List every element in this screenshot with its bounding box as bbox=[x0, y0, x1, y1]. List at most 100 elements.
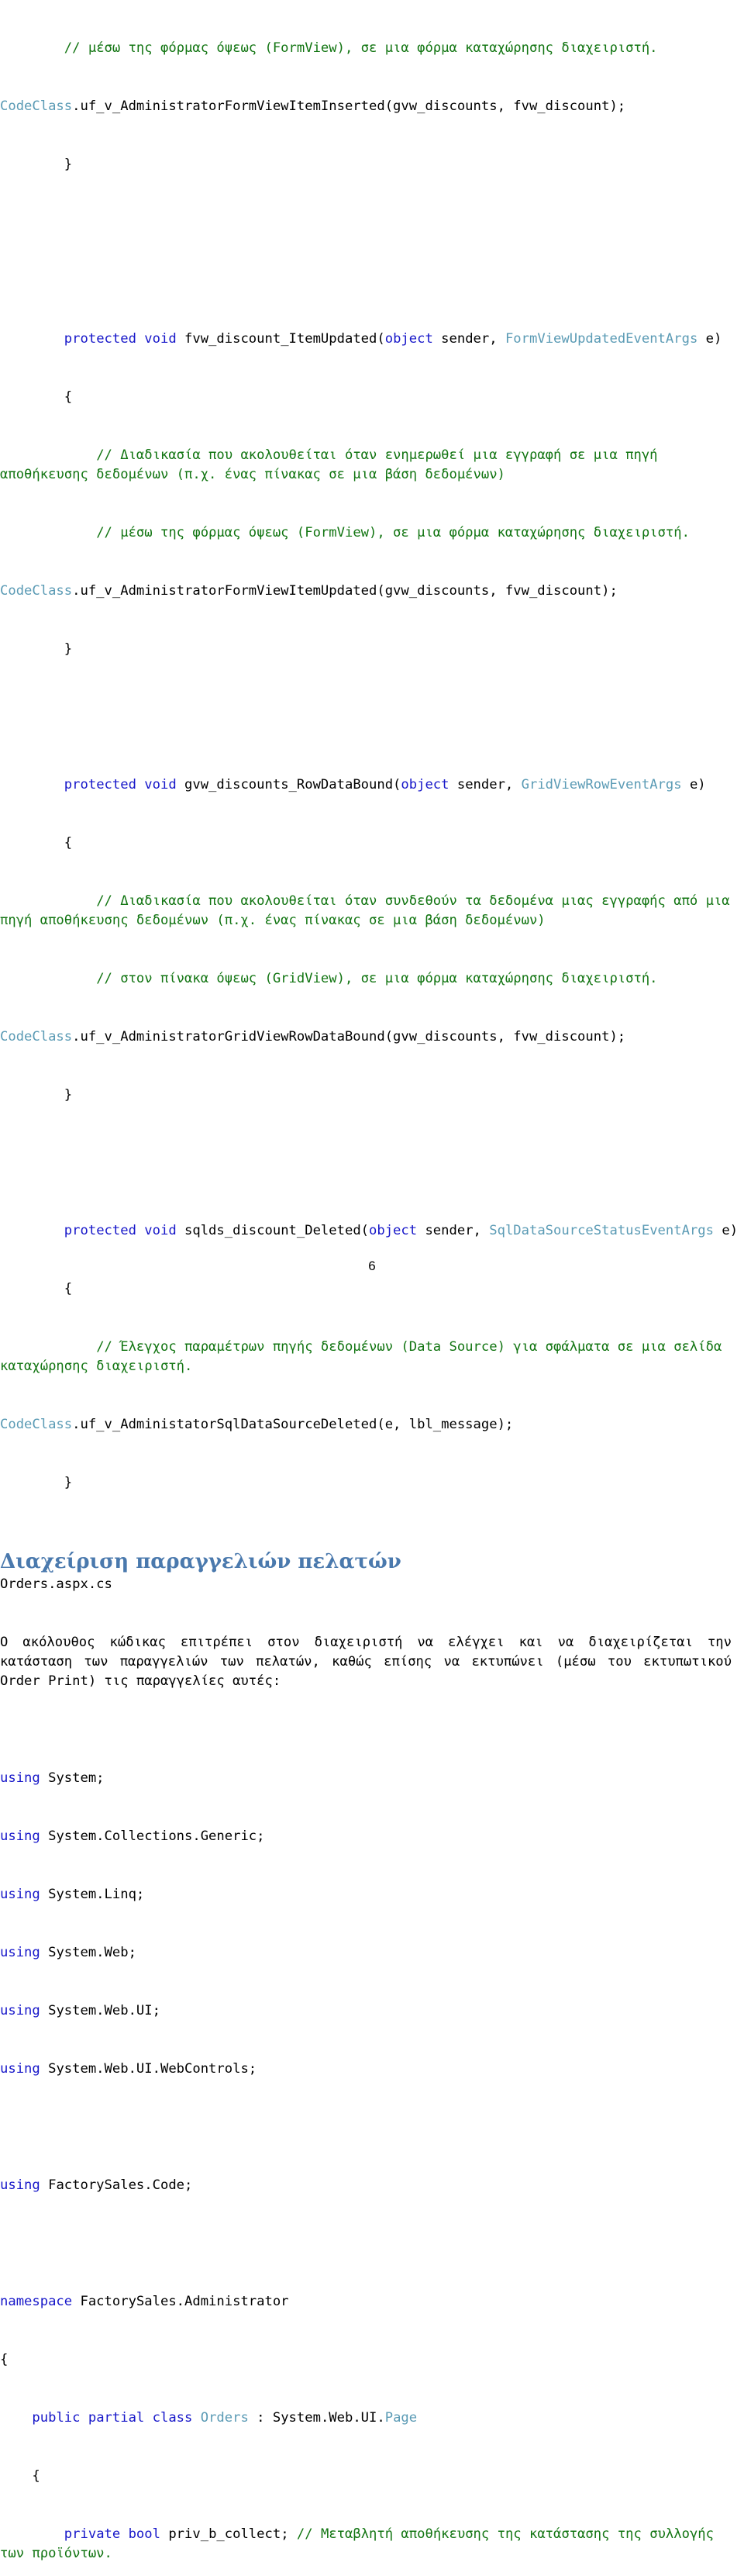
code-call-line: CodeClass.uf_v_AdministatorSqlDataSource… bbox=[0, 1415, 744, 1435]
using-namespace: System.Collections.Generic; bbox=[40, 1828, 265, 1844]
using-directive: using System.Web.UI.WebControls; bbox=[0, 2060, 744, 2079]
keyword-using: using bbox=[0, 2061, 40, 2077]
method-call-text: .uf_v_AdministratorGridViewRowDataBound(… bbox=[72, 1029, 626, 1045]
using-namespace: FactorySales.Code; bbox=[40, 2177, 193, 2193]
param-sender: sender, bbox=[432, 331, 505, 347]
type-name-codeclass: CodeClass bbox=[0, 1029, 73, 1045]
keyword-object: object bbox=[369, 1223, 418, 1238]
code-open-brace: { bbox=[0, 389, 73, 405]
param-e: e) bbox=[714, 1223, 739, 1238]
keyword-using: using bbox=[0, 2177, 40, 2193]
keyword-using: using bbox=[0, 2003, 40, 2018]
code-comment-line: // Διαδικασία που ακολουθείται όταν συνδ… bbox=[0, 893, 739, 928]
code-close-brace: } bbox=[0, 157, 73, 172]
code-block-formview-item-updated: // μέσω της φόρμας όψεως (FormView), σε … bbox=[0, 0, 744, 698]
keyword-protected-void: protected void bbox=[0, 331, 185, 347]
base-type-page: Page bbox=[384, 2410, 418, 2426]
class-declaration: public partial class Orders : System.Web… bbox=[0, 2409, 744, 2428]
section-paragraph: Ο ακόλουθος κώδικας επιτρέπει στον διαχε… bbox=[0, 1635, 732, 1689]
using-namespace: System.Linq; bbox=[40, 1887, 145, 1902]
using-directive-factorysales: using FactorySales.Code; bbox=[0, 2176, 744, 2195]
keyword-protected-void: protected void bbox=[0, 1223, 185, 1238]
using-directive: using System.Linq; bbox=[0, 1885, 744, 1904]
method-call-text: .uf_v_AdministratorFormViewItemInserted(… bbox=[72, 98, 626, 114]
keyword-using: using bbox=[0, 1828, 40, 1844]
method-signature-fvw-discount-itemupdated: protected void fvw_discount_ItemUpdated(… bbox=[0, 330, 744, 349]
using-directive: using System.Web.UI; bbox=[0, 2001, 744, 2021]
class-name-orders: Orders bbox=[200, 2410, 249, 2426]
field-name: priv_b_collect; bbox=[168, 2526, 297, 2542]
code-comment-line: // μέσω της φόρμας όψεως (FormView), σε … bbox=[0, 525, 690, 540]
keyword-object: object bbox=[384, 331, 433, 347]
code-comment-line: // στον πίνακα όψεως (GridView), σε μια … bbox=[0, 971, 658, 986]
code-open-brace: { bbox=[0, 2352, 9, 2367]
using-namespace: System.Web.UI; bbox=[40, 2003, 160, 2018]
keyword-private-bool: private bool bbox=[0, 2526, 169, 2542]
keyword-protected-void: protected void bbox=[0, 777, 185, 792]
keyword-public-partial-class: public partial class bbox=[0, 2410, 201, 2426]
type-name-codeclass: CodeClass bbox=[0, 98, 73, 114]
code-comment-line: // Έλεγχος παραμέτρων πηγής δεδομένων (D… bbox=[0, 1339, 730, 1374]
code-call-line: CodeClass.uf_v_AdministratorGridViewRowD… bbox=[0, 1027, 744, 1047]
using-namespace: System.Web.UI.WebControls; bbox=[40, 2061, 257, 2077]
method-call-text: .uf_v_AdministratorFormViewItemUpdated(g… bbox=[72, 583, 618, 599]
keyword-object: object bbox=[401, 777, 450, 792]
type-name-codeclass: CodeClass bbox=[0, 1417, 73, 1432]
code-block-orders-aspx-cs: using System; using System.Collections.G… bbox=[0, 1730, 744, 2576]
method-name: gvw_discounts_RowDataBound( bbox=[184, 777, 401, 792]
method-signature-gvw-discounts-rowdatabound: protected void gvw_discounts_RowDataBoun… bbox=[0, 775, 744, 795]
code-open-brace: { bbox=[0, 835, 73, 851]
method-name: fvw_discount_ItemUpdated( bbox=[184, 331, 385, 347]
method-signature-sqlds-discount-deleted: protected void sqlds_discount_Deleted(ob… bbox=[0, 1221, 744, 1241]
type-sqldatasourcestatuseventargs: SqlDataSourceStatusEventArgs bbox=[489, 1223, 714, 1238]
code-close-brace: } bbox=[0, 641, 73, 657]
code-block-gridview-rowdatabound: protected void gvw_discounts_RowDataBoun… bbox=[0, 737, 744, 1144]
page-number: 6 bbox=[368, 1259, 376, 1273]
code-open-brace: { bbox=[0, 1281, 73, 1297]
code-call-line: CodeClass.uf_v_AdministratorFormViewItem… bbox=[0, 582, 744, 601]
keyword-using: using bbox=[0, 1945, 40, 1960]
using-directive: using System; bbox=[0, 1769, 744, 1788]
source-filename: Orders.aspx.cs bbox=[0, 1576, 112, 1592]
code-block-sqlds-discount-deleted: protected void sqlds_discount_Deleted(ob… bbox=[0, 1183, 744, 1531]
code-close-brace: } bbox=[0, 1087, 73, 1103]
code-open-brace: { bbox=[0, 2468, 40, 2484]
using-namespace: System; bbox=[40, 1770, 105, 1786]
type-formviewupdatedeventargs: FormViewUpdatedEventArgs bbox=[505, 331, 698, 347]
code-comment-line: // Διαδικασία που ακολουθείται όταν ενημ… bbox=[0, 447, 666, 482]
class-base-path: : System.Web.UI. bbox=[248, 2410, 385, 2426]
namespace-declaration: namespace FactorySales.Administrator bbox=[0, 2292, 744, 2312]
param-e: e) bbox=[681, 777, 706, 792]
param-e: e) bbox=[698, 331, 722, 347]
code-close-brace: } bbox=[0, 1475, 73, 1490]
namespace-name: FactorySales.Administrator bbox=[72, 2294, 289, 2309]
param-sender: sender, bbox=[449, 777, 522, 792]
method-call-text: .uf_v_AdministatorSqlDataSourceDeleted(e… bbox=[72, 1417, 514, 1432]
section-heading: Διαχείριση παραγγελιών πελατών bbox=[0, 1550, 401, 1573]
param-sender: sender, bbox=[417, 1223, 490, 1238]
using-directive: using System.Web; bbox=[0, 1943, 744, 1963]
type-name-codeclass: CodeClass bbox=[0, 583, 73, 599]
using-namespace: System.Web; bbox=[40, 1945, 136, 1960]
document-page: // μέσω της φόρμας όψεως (FormView), σε … bbox=[0, 0, 744, 2561]
method-name: sqlds_discount_Deleted( bbox=[184, 1223, 370, 1238]
code-call-line: CodeClass.uf_v_AdministratorFormViewItem… bbox=[0, 97, 744, 116]
field-declaration-priv-b-collect: private bool priv_b_collect; // Μεταβλητ… bbox=[0, 2525, 744, 2564]
code-comment-line: // μέσω της φόρμας όψεως (FormView), σε … bbox=[0, 40, 658, 56]
using-directive: using System.Collections.Generic; bbox=[0, 1827, 744, 1846]
keyword-namespace: namespace bbox=[0, 2294, 73, 2309]
keyword-using: using bbox=[0, 1770, 40, 1786]
